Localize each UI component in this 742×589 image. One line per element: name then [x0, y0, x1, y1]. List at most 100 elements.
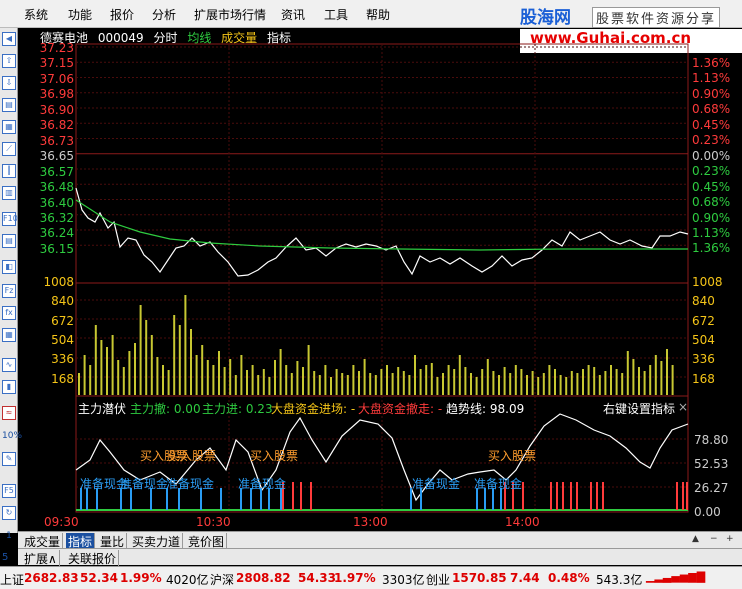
index-pct-cy: 0.48%: [548, 571, 590, 585]
volume-label[interactable]: 成交量: [221, 31, 257, 45]
volume-bar: [318, 375, 321, 395]
sheet-icon[interactable]: ▦: [2, 328, 16, 342]
tab-related-quotes[interactable]: 关联报价: [66, 550, 120, 567]
volume-bar: [201, 345, 204, 395]
notebook-icon[interactable]: ▤: [2, 98, 16, 112]
volume-bar: [145, 320, 148, 395]
index-amount-cy: 543.3亿: [596, 573, 643, 587]
percent-tick: 0.00%: [692, 148, 731, 163]
menu-quote[interactable]: 报价: [110, 6, 134, 23]
fiz-icon[interactable]: Fz: [2, 284, 16, 298]
volume-bar: [470, 373, 472, 395]
volume-bar: [402, 371, 405, 395]
volume-bar: [554, 369, 556, 395]
bars-icon[interactable]: ▮: [2, 380, 16, 394]
menu-ext-market[interactable]: 扩展市场行情: [194, 6, 266, 23]
page-1-label[interactable]: 1: [2, 530, 16, 544]
percent-tick: 0.23%: [692, 133, 731, 148]
volume-bar: [279, 349, 282, 395]
volume-bar: [111, 335, 114, 395]
volume-tick-right: 336: [692, 352, 715, 367]
plus-icon[interactable]: +: [726, 534, 734, 544]
menu-analysis[interactable]: 分析: [152, 6, 176, 23]
volume-bar: [604, 371, 607, 395]
page-5-label[interactable]: 5: [2, 552, 8, 563]
scroll-up-icon[interactable]: ▲: [692, 534, 699, 544]
percent-tick: 1.13%: [692, 71, 731, 86]
percent-tick: 0.23%: [692, 164, 731, 179]
volume-bar: [570, 371, 573, 395]
avg-line-label[interactable]: 均线: [187, 31, 211, 45]
close-icon[interactable]: ×: [678, 400, 688, 414]
price-line: [75, 187, 689, 277]
volume-bar: [626, 351, 629, 395]
list-icon[interactable]: ▤: [2, 234, 16, 248]
buy-signal-bar: [556, 482, 558, 510]
minus-icon[interactable]: −: [710, 534, 718, 544]
up-arrow-icon[interactable]: ⇧: [2, 54, 16, 68]
volume-bar: [598, 375, 601, 395]
volume-bar: [212, 365, 215, 395]
indicator-tick: 26.27: [694, 481, 729, 495]
volume-bar: [481, 369, 484, 395]
fx-icon[interactable]: fx: [2, 306, 16, 320]
bookmark-icon[interactable]: ◧: [2, 260, 16, 274]
volume-bar: [414, 355, 416, 395]
average-line: [75, 199, 688, 251]
down-arrow-icon[interactable]: ⇩: [2, 76, 16, 90]
index-name-sh: 上证: [0, 573, 25, 587]
volume-bar: [341, 373, 344, 395]
index-name-hs: 沪深: [210, 573, 235, 587]
menu-system[interactable]: 系统: [24, 6, 48, 23]
f10-icon[interactable]: F10: [2, 212, 18, 226]
candle-icon[interactable]: ┃: [2, 164, 16, 178]
menu-help[interactable]: 帮助: [366, 6, 390, 23]
volume-bar: [621, 373, 624, 395]
volume-bar: [363, 359, 366, 395]
table-icon[interactable]: ▥: [2, 186, 16, 200]
indicator-setting-link[interactable]: 右键设置指标: [603, 400, 675, 417]
buy-signal-bar: [682, 482, 684, 510]
pencil-icon[interactable]: ✎: [2, 452, 16, 466]
extension-tabs: 扩展∧ 关联报价: [18, 548, 742, 567]
volume-bar: [162, 365, 164, 395]
line-chart-icon[interactable]: ⟋: [2, 142, 16, 156]
signal-bars-icon[interactable]: ▁▂▃▄▅▆▇: [646, 570, 705, 583]
index-value-sh: 2682.83: [24, 571, 79, 585]
chart-frame: [75, 43, 689, 513]
time-tick: 14:00: [505, 515, 540, 529]
volume-bar: [330, 377, 332, 395]
volume-bar: [408, 375, 411, 395]
wave-icon[interactable]: ≈: [2, 406, 16, 420]
chart-mode: 分时: [153, 31, 178, 45]
menu-function[interactable]: 功能: [68, 6, 92, 23]
volume-bar: [229, 359, 232, 395]
volume-bar: [587, 365, 590, 395]
volume-bar: [134, 343, 136, 395]
volume-bar: [458, 355, 461, 395]
left-toolbar: ◀ ⇧ ⇩ ▤ ▦ ⟋ ┃ ▥ F10 ▤ ◧ Fz fx ▦ ∿ ▮ ≈ 10…: [0, 28, 22, 541]
buy-signal-bar: [550, 482, 552, 510]
buy-signal-bar: [576, 482, 578, 510]
menu-tools[interactable]: 工具: [324, 6, 348, 23]
volume-bar: [262, 369, 265, 395]
volume-bar: [167, 370, 170, 395]
trend-icon[interactable]: ∿: [2, 358, 16, 372]
subchart-tabs: 成交量 指标 量比 买卖力道 竞价图 ▲ − +: [18, 531, 742, 550]
volume-bar: [150, 335, 153, 395]
indicator-label[interactable]: 指标: [267, 31, 291, 45]
volume-bar: [246, 370, 248, 395]
volume-bar: [346, 375, 349, 395]
f5-icon[interactable]: F5: [2, 484, 16, 498]
menu-info[interactable]: 资讯: [281, 6, 305, 23]
grid-icon[interactable]: ▦: [2, 120, 16, 134]
volume-bar: [442, 373, 444, 395]
indicator-tick: 78.80: [694, 433, 729, 447]
indicator-tick: 0.00: [694, 505, 721, 519]
percent-icon[interactable]: 10%: [2, 430, 22, 444]
tab-extend[interactable]: 扩展∧: [22, 550, 60, 567]
back-arrow-icon[interactable]: ◀: [2, 32, 16, 46]
refresh-icon[interactable]: ↻: [2, 506, 16, 520]
volume-bar: [78, 373, 80, 395]
price-tick: 37.15: [39, 56, 74, 71]
